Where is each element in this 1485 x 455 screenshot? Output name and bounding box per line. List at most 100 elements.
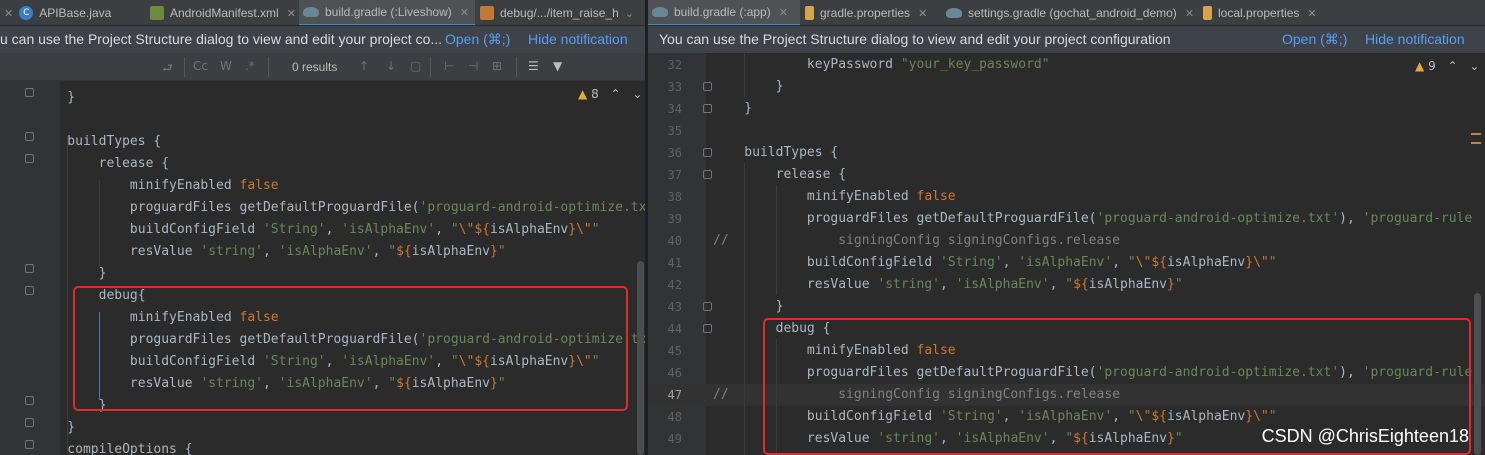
code-line[interactable]: buildTypes { [0, 131, 645, 153]
tab-settings-gradle[interactable]: settings.gradle (gochat_android_demo) ✕ [942, 0, 1198, 25]
tab-gradle-properties[interactable]: gradle.properties ✕ [801, 0, 941, 25]
open-project-structure-link[interactable]: Open (⌘;) [445, 31, 510, 48]
error-stripe-mark[interactable] [1471, 142, 1481, 144]
previous-occurrence-icon[interactable]: ↑ [359, 59, 369, 73]
tab-label: APIBase.java [39, 6, 112, 20]
code-line[interactable]: 38 minifyEnabled false [648, 186, 1485, 208]
code-line[interactable]: 41 buildConfigField 'String', 'isAlphaEn… [648, 252, 1485, 274]
line-number: 33 [667, 80, 682, 94]
warning-count: 8 [591, 87, 599, 101]
right-scrollbar-thumb[interactable] [1474, 293, 1481, 455]
select-all-occurrences-icon[interactable]: ▢ [410, 59, 421, 73]
close-icon[interactable]: ✕ [918, 7, 927, 20]
line-number: 34 [667, 102, 682, 116]
code-line[interactable]: 40 // signingConfig signingConfigs.releas… [648, 230, 1485, 252]
code-line[interactable]: release { [0, 153, 645, 175]
line-number: 41 [667, 256, 682, 270]
inspection-widget[interactable]: ▲ 9 ⌃ ⌄ [1415, 59, 1479, 73]
close-icon[interactable]: ✕ [1185, 7, 1194, 20]
line-number: 43 [667, 300, 682, 314]
chevron-down-icon[interactable]: ⌄ [625, 7, 634, 20]
chevron-up-icon[interactable]: ⌃ [1448, 59, 1458, 73]
code-line[interactable]: 36 buildTypes { [648, 142, 1485, 164]
code-line[interactable]: resValue 'string', 'isAlphaEnv', "${isAl… [0, 241, 645, 263]
open-project-structure-link[interactable]: Open (⌘;) [1282, 31, 1347, 48]
left-code-editor[interactable]: } buildTypes { release { minifyEnabled f… [0, 81, 645, 455]
close-icon[interactable]: ✕ [779, 6, 788, 19]
code-line[interactable]: } [0, 417, 645, 439]
line-number: 35 [667, 124, 682, 138]
regex-toggle[interactable]: .* [245, 59, 255, 73]
line-number: 48 [667, 410, 682, 424]
notification-text: u can use the Project Structure dialog t… [0, 31, 443, 47]
code-text: minifyEnabled false [36, 178, 279, 193]
code-line[interactable]: 37 release { [648, 164, 1485, 186]
code-line[interactable]: 34 } [648, 98, 1485, 120]
code-text: proguardFiles getDefaultProguardFile('pr… [36, 200, 645, 215]
code-line[interactable] [0, 109, 645, 131]
close-icon[interactable]: ✕ [287, 7, 296, 20]
code-line[interactable]: buildConfigField 'String', 'isAlphaEnv',… [0, 219, 645, 241]
tab-android-manifest[interactable]: AndroidManifest.xml ✕ [146, 0, 298, 25]
filter-icon[interactable]: ▼ [553, 59, 562, 73]
warning-icon: ▲ [1415, 59, 1425, 73]
line-number: 49 [667, 432, 682, 446]
tab-apibase-java[interactable]: ✕ C APIBase.java [0, 0, 145, 25]
hide-notification-link[interactable]: Hide notification [1365, 31, 1465, 47]
tab-build-gradle-app[interactable]: build.gradle (:app) ✕ [648, 0, 800, 25]
class-icon: C [19, 6, 34, 20]
image-icon [480, 6, 494, 20]
tab-label: AndroidManifest.xml [170, 6, 279, 20]
replace-icon[interactable]: ⮐ [162, 59, 173, 80]
line-number: 37 [667, 168, 682, 182]
xml-icon [150, 6, 164, 20]
highlight-box-debug-left [73, 286, 628, 411]
code-text: compileOptions { [36, 442, 193, 455]
code-text: } [713, 101, 753, 116]
code-line[interactable]: minifyEnabled false [0, 175, 645, 197]
code-line[interactable]: } [0, 263, 645, 285]
code-line[interactable]: 35 [648, 120, 1485, 142]
code-line[interactable]: 39 proguardFiles getDefaultProguardFile(… [648, 208, 1485, 230]
code-text: release { [713, 167, 847, 182]
code-text: buildTypes { [36, 134, 162, 149]
code-text: } [36, 420, 76, 435]
code-line[interactable]: } [0, 87, 645, 109]
gradle-icon [652, 7, 668, 17]
code-line[interactable]: compileOptions { [0, 439, 645, 455]
close-icon[interactable]: ✕ [4, 7, 13, 20]
close-icon[interactable]: ✕ [460, 6, 469, 19]
code-line[interactable]: proguardFiles getDefaultProguardFile('pr… [0, 197, 645, 219]
chevron-down-icon[interactable]: ⌄ [1469, 59, 1479, 73]
code-line[interactable]: 43 } [648, 296, 1485, 318]
line-number: 47 [667, 388, 682, 402]
tab-local-properties[interactable]: local.properties ✕ [1199, 0, 1329, 25]
inspection-widget[interactable]: ▲ 8 ⌃ ⌄ [578, 87, 642, 101]
tab-build-gradle-liveshow[interactable]: build.gradle (:Liveshow) ✕ [299, 0, 475, 25]
chevron-down-icon[interactable]: ⌄ [632, 87, 642, 101]
whole-words-toggle[interactable]: W [220, 59, 232, 73]
code-line[interactable]: 32 keyPassword "your_key_password" [648, 54, 1485, 76]
select-all-icon[interactable]: ⊞ [492, 59, 502, 73]
match-case-toggle[interactable]: Cc [193, 59, 208, 73]
close-icon[interactable]: ✕ [1307, 7, 1316, 20]
code-line[interactable]: 33 } [648, 76, 1485, 98]
tab-debug-item-raise[interactable]: debug/.../item_raise_h ⌄ [476, 0, 645, 25]
code-line[interactable]: 42 resValue 'string', 'isAlphaEnv', "${i… [648, 274, 1485, 296]
gradle-icon [946, 8, 962, 18]
next-occurrence-icon[interactable]: ↓ [386, 59, 396, 73]
right-code-editor[interactable]: 32 keyPassword "your_key_password" 33 } 34… [648, 53, 1485, 455]
chevron-up-icon[interactable]: ⌃ [611, 87, 621, 101]
remove-occurrence-icon[interactable]: ⊣ [468, 59, 478, 73]
hide-notification-link[interactable]: Hide notification [528, 31, 628, 47]
code-text: } [36, 266, 107, 281]
add-occurrence-icon[interactable]: ⊢ [444, 59, 454, 73]
left-scrollbar-thumb[interactable] [637, 261, 644, 455]
filter-options-icon[interactable]: ☰ [528, 59, 539, 73]
find-results-count: 0 results [292, 60, 338, 74]
tab-label: debug/.../item_raise_h [500, 6, 619, 20]
find-bar: ⮐ Cc W .* 0 results ↑ ↓ ▢ ⊢ ⊣ ⊞ ☰ ▼ [0, 53, 645, 81]
error-stripe-mark[interactable] [1471, 133, 1481, 135]
tab-label: build.gradle (:Liveshow) [325, 5, 452, 19]
code-text: proguardFiles getDefaultProguardFile('pr… [713, 211, 1473, 226]
